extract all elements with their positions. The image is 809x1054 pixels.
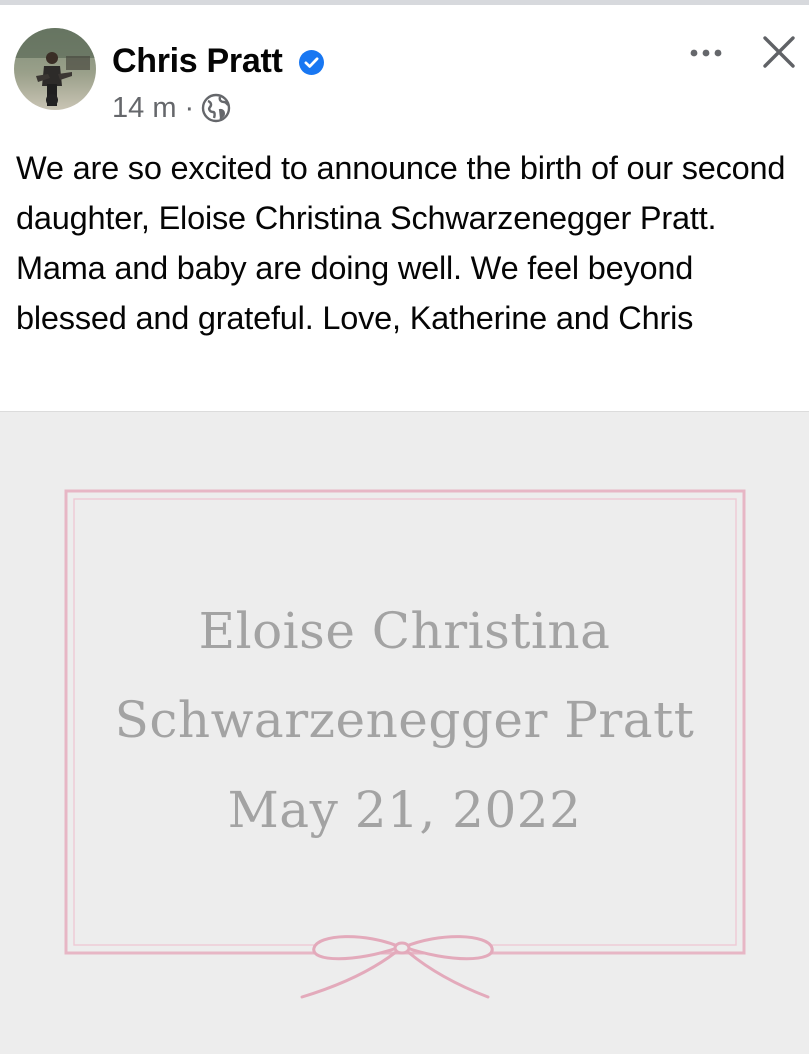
verified-badge-icon <box>299 50 324 75</box>
close-icon[interactable] <box>760 33 798 71</box>
post-photo[interactable]: Eloise Christina Schwarzenegger Pratt Ma… <box>0 411 809 1054</box>
author-name[interactable]: Chris Pratt <box>112 41 283 81</box>
card-name-last: Schwarzenegger Pratt <box>114 691 695 749</box>
avatar[interactable] <box>14 28 96 110</box>
avatar-image <box>14 28 96 110</box>
globe-icon[interactable] <box>201 93 231 123</box>
card-name-first: Eloise Christina <box>198 602 611 660</box>
meta-separator: · <box>184 92 195 124</box>
post-timestamp[interactable]: 14 m <box>112 91 176 125</box>
post-header: Chris Pratt 14 m · <box>0 5 809 125</box>
post-meta: 14 m · <box>112 91 231 125</box>
card-birth-date: May 21, 2022 <box>227 781 582 839</box>
post-text: We are so excited to announce the birth … <box>16 150 795 336</box>
bow-icon <box>300 935 494 999</box>
more-options-icon[interactable] <box>686 43 726 63</box>
